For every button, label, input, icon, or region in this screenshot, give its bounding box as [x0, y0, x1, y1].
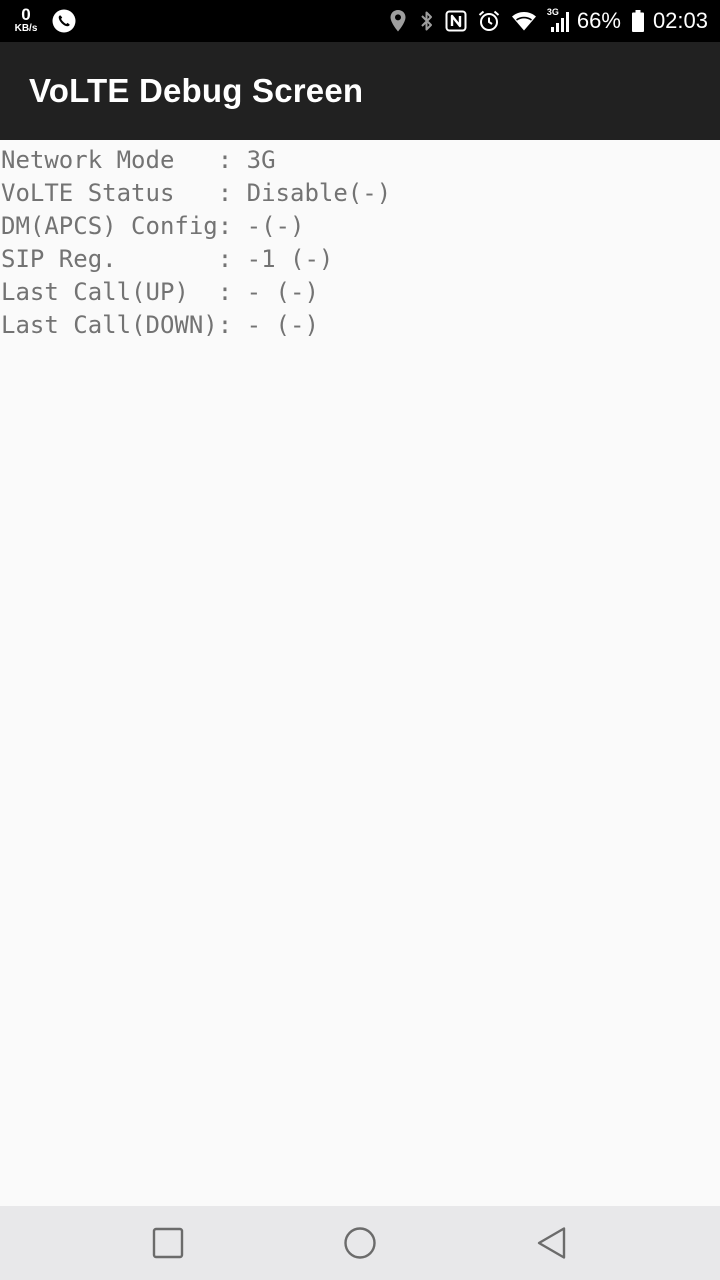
debug-info-list: Network Mode : 3G VoLTE Status : Disable… — [1, 144, 391, 342]
info-label: Last Call(DOWN) — [1, 311, 218, 339]
battery-percent: 66% — [576, 8, 621, 33]
back-icon — [534, 1225, 570, 1261]
debug-content: Network Mode : 3G VoLTE Status : Disable… — [0, 140, 720, 1206]
network-type-label: 3G — [546, 7, 559, 17]
network-speed-unit: KB/s — [14, 23, 38, 34]
cell-signal-icon: 3G — [546, 7, 571, 33]
home-icon — [342, 1225, 378, 1261]
nfc-icon — [445, 10, 467, 32]
info-label: Last Call(UP) — [1, 278, 218, 306]
status-bar: 0 KB/s 3G 66% 02:03 — [0, 0, 720, 42]
bluetooth-icon — [419, 9, 435, 33]
back-button[interactable] — [534, 1225, 570, 1261]
info-value: : - (-) — [217, 311, 319, 339]
info-label: SIP Reg. — [1, 245, 218, 273]
recents-button[interactable] — [150, 1225, 186, 1261]
recents-icon — [150, 1225, 186, 1261]
status-icons: 3G 66% 02:03 — [387, 0, 708, 42]
info-row-sip-reg: SIP Reg. : -1 (-) — [1, 243, 391, 276]
clock: 02:03 — [652, 8, 708, 33]
screen: 0 KB/s 3G 66% 02:03 VoLTE Debug Screen N… — [0, 0, 720, 1280]
info-row-volte-status: VoLTE Status : Disable(-) — [1, 177, 391, 210]
info-label: Network Mode — [1, 146, 218, 174]
battery-icon — [631, 9, 645, 33]
home-button[interactable] — [342, 1225, 378, 1261]
info-label: DM(APCS) Config — [1, 212, 218, 240]
wifi-icon — [511, 10, 537, 32]
info-row-dm-config: DM(APCS) Config: -(-) — [1, 210, 391, 243]
info-row-network-mode: Network Mode : 3G — [1, 144, 391, 177]
location-icon — [387, 9, 409, 33]
phone-call-icon — [52, 9, 76, 33]
info-value: : 3G — [217, 146, 276, 174]
page-title: VoLTE Debug Screen — [29, 72, 364, 109]
app-toolbar: VoLTE Debug Screen — [0, 42, 720, 140]
network-speed-value: 0 — [21, 5, 31, 24]
info-value: : - (-) — [217, 278, 319, 306]
info-row-last-call-down: Last Call(DOWN): - (-) — [1, 309, 391, 342]
navigation-bar — [0, 1206, 720, 1280]
network-speed: 0 KB/s — [10, 6, 42, 34]
alarm-icon — [477, 9, 501, 33]
info-value: : -(-) — [217, 212, 305, 240]
info-label: VoLTE Status — [1, 179, 218, 207]
info-value: : Disable(-) — [217, 179, 392, 207]
info-row-last-call-up: Last Call(UP) : - (-) — [1, 276, 391, 309]
info-value: : -1 (-) — [217, 245, 334, 273]
